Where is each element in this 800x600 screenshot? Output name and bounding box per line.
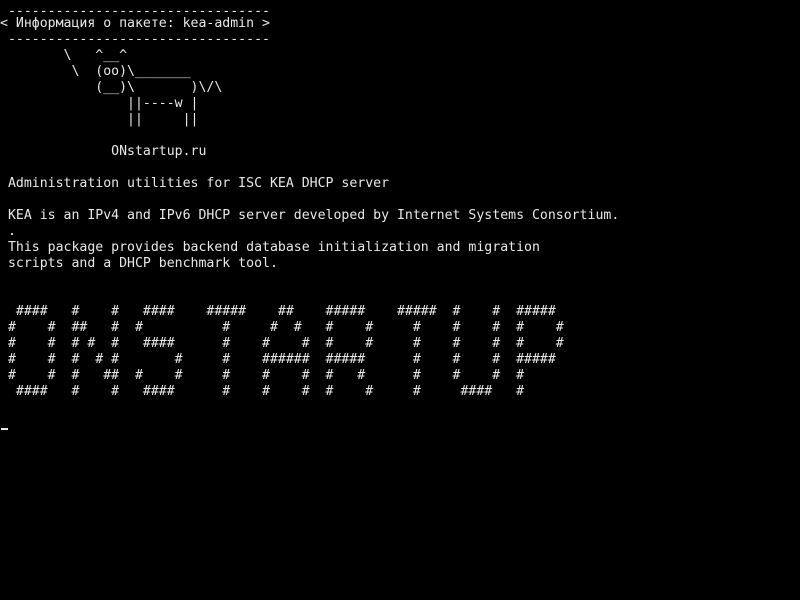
package-description-line: .	[0, 224, 16, 239]
banner-ascii-line: # # # # # #### # # # # # # # # # #	[0, 336, 564, 351]
package-description-line: KEA is an IPv4 and IPv6 DHCP server deve…	[0, 208, 620, 223]
cow-ascii-line: \ ^__^	[0, 48, 128, 63]
banner-ascii-line: # # ## # # # # # # # # # # # #	[0, 320, 564, 335]
cow-ascii-line: || ||	[0, 112, 199, 127]
terminal-screen[interactable]: --------------------------------- < Инфо…	[0, 0, 800, 600]
cow-ascii-line: \ (oo)\_______	[0, 64, 191, 79]
package-description-line: scripts and a DHCP benchmark tool.	[0, 256, 278, 271]
text-cursor	[1, 428, 8, 430]
cow-ascii-line: ||----w |	[0, 96, 199, 111]
site-label: ONstartup.ru	[0, 144, 207, 159]
terminal-line: ---------------------------------	[0, 32, 270, 47]
banner-ascii-line: #### # # #### ##### ## ##### ##### # # #…	[0, 304, 556, 319]
cow-ascii-line: (__)\ )\/\	[0, 80, 223, 95]
banner-ascii-line: # # # # # # # ###### ##### # # # #####	[0, 352, 556, 367]
package-summary: Administration utilities for ISC KEA DHC…	[0, 176, 390, 191]
package-description-line: This package provides backend database i…	[0, 240, 540, 255]
banner-ascii-line: #### # # #### # # # # # # #### #	[0, 384, 525, 399]
banner-ascii-line: # # # ## # # # # # # # # # # #	[0, 368, 525, 383]
terminal-line: < Информация о пакете: kea-admin >	[0, 16, 270, 31]
